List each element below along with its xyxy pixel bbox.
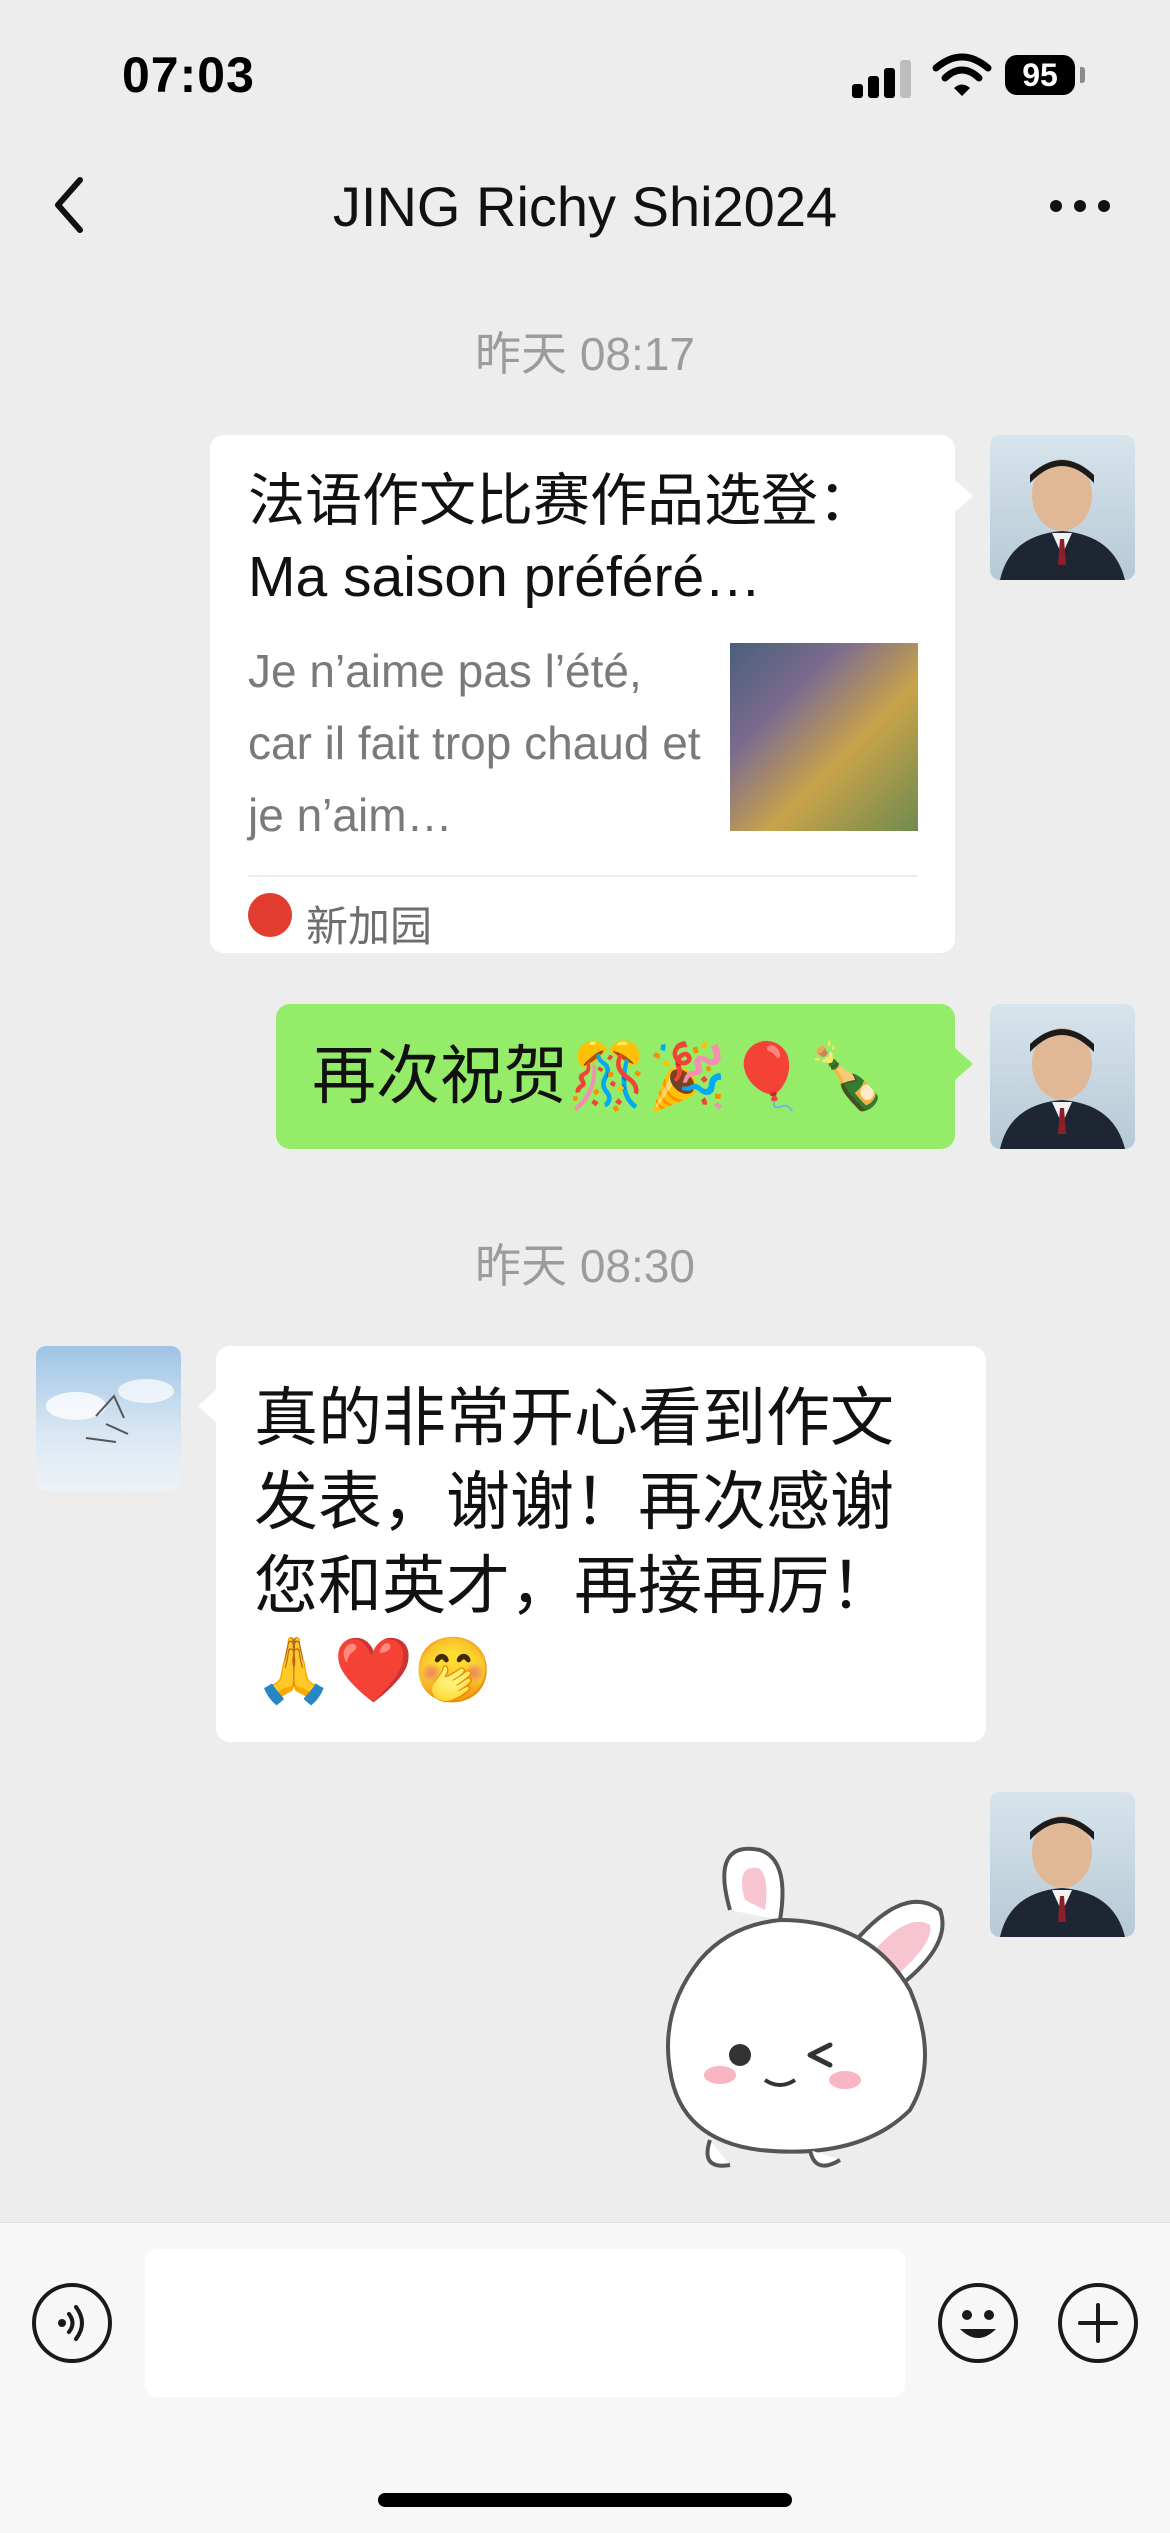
person-avatar-icon <box>1000 459 1125 580</box>
article-thumbnail <box>730 643 918 831</box>
article-card-title: 法语作文比赛作品选登：Ma saison préféré… <box>248 469 875 609</box>
status-bar: 07:03 95 <box>0 0 1170 140</box>
source-logo-icon <box>248 893 292 937</box>
more-dots-icon[interactable] <box>1040 190 1120 220</box>
bubble-tail <box>955 480 973 512</box>
wifi-icon <box>932 53 992 96</box>
bunny-sticker[interactable] <box>640 1840 960 2180</box>
card-divider <box>248 875 917 877</box>
person-avatar-icon <box>1000 1028 1125 1149</box>
chat-header: JING Richy Shi2024 <box>0 150 1170 260</box>
sky-sketch-avatar-icon <box>46 1379 174 1443</box>
voice-icon[interactable] <box>32 2283 112 2363</box>
message-bubble[interactable]: 再次祝贺🎊🎉🎈🍾 <box>276 1004 955 1149</box>
message-timestamp: 昨天 08:17 <box>475 328 695 380</box>
input-bar <box>0 2222 1170 2533</box>
message-timestamp: 昨天 08:30 <box>475 1240 695 1292</box>
avatar[interactable] <box>990 435 1135 580</box>
cellular-signal-icon <box>852 58 916 98</box>
status-time: 07:03 <box>122 47 255 103</box>
message-text: 再次祝贺🎊🎉🎈🍾 <box>312 1040 887 1112</box>
avatar[interactable] <box>990 1792 1135 1937</box>
bubble-tail <box>955 1048 973 1080</box>
message-bubble[interactable]: 真的非常开心看到作文发表，谢谢！再次感谢您和英才，再接再厉！🙏❤️🤭 <box>216 1346 986 1742</box>
message-input[interactable] <box>145 2249 905 2397</box>
person-avatar-icon <box>1000 1816 1125 1937</box>
chat-title: JING Richy Shi2024 <box>332 175 838 238</box>
home-indicator <box>378 2493 792 2507</box>
bubble-tail <box>198 1390 216 1422</box>
plus-icon[interactable] <box>1058 2283 1138 2363</box>
message-text: 真的非常开心看到作文发表，谢谢！再次感谢您和英才，再接再厉！🙏❤️🤭 <box>254 1382 894 1706</box>
avatar[interactable] <box>36 1346 181 1491</box>
article-card[interactable]: 法语作文比赛作品选登：Ma saison préféré… Je n’aime … <box>210 435 955 953</box>
avatar[interactable] <box>990 1004 1135 1149</box>
article-card-description: Je n’aime pas l’été, car il fait trop ch… <box>248 645 701 841</box>
battery-indicator: 95 <box>1005 55 1075 95</box>
article-source: 新加园 <box>306 903 433 950</box>
emoji-icon[interactable] <box>938 2283 1018 2363</box>
battery-tip <box>1080 67 1085 83</box>
